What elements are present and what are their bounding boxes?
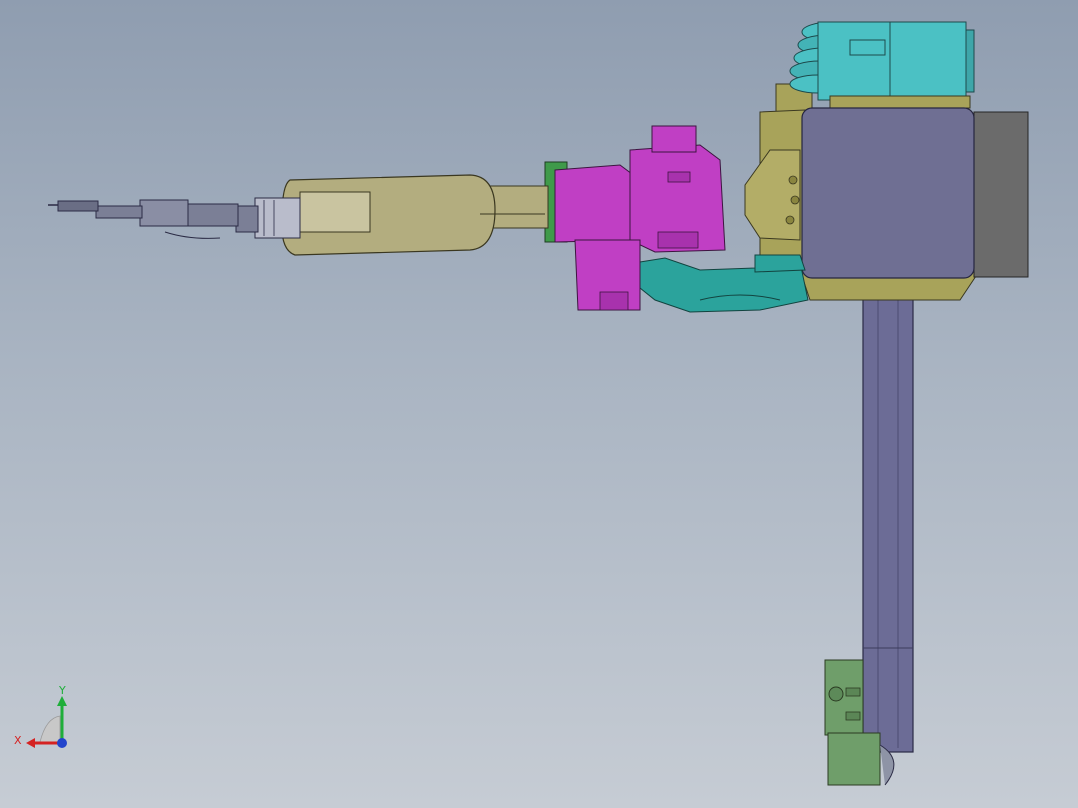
y-axis-label: Y: [58, 684, 66, 697]
axis-triad[interactable]: Y X: [10, 684, 80, 754]
forearm-link[interactable]: [281, 174, 549, 256]
x-arrow-icon: [26, 738, 35, 748]
z-axis-icon: [57, 738, 67, 748]
x-axis-label: X: [14, 734, 22, 747]
cable-harness[interactable]: [639, 254, 809, 313]
graphics-viewport[interactable]: Y X: [0, 0, 1078, 808]
welding-torch[interactable]: [48, 199, 239, 239]
wrist-flange[interactable]: [235, 197, 301, 239]
triad-plane-icon: [39, 715, 61, 743]
top-motor-housing[interactable]: [817, 21, 975, 109]
y-arrow-icon: [57, 696, 67, 706]
rail-mount-plate[interactable]: [801, 107, 1029, 279]
linear-rail[interactable]: [862, 269, 914, 753]
robot-model-scene[interactable]: [0, 0, 1078, 808]
